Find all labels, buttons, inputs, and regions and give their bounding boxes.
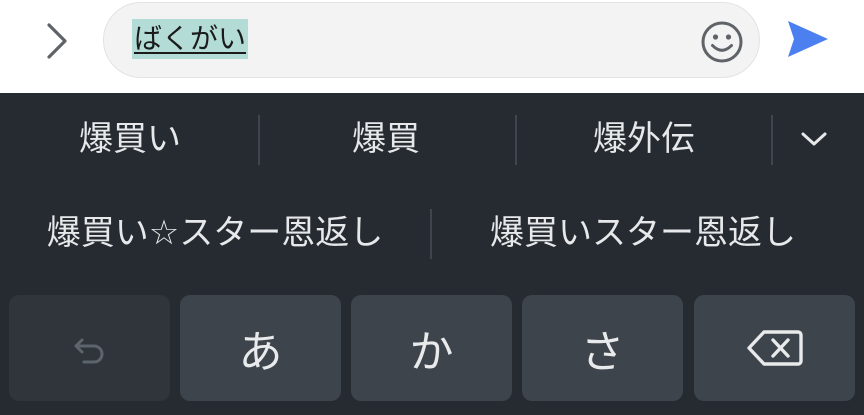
candidate-1[interactable]: 爆買い	[20, 115, 240, 163]
key-a[interactable]: あ	[180, 295, 341, 401]
backspace-icon	[746, 330, 803, 366]
emoji-button[interactable]	[700, 20, 744, 64]
send-button[interactable]	[784, 15, 832, 63]
candidate-2[interactable]: 爆買	[276, 115, 496, 163]
candidate-divider	[258, 115, 260, 165]
backspace-key[interactable]	[694, 295, 855, 401]
send-icon	[788, 21, 828, 57]
key-sa[interactable]: さ	[522, 295, 683, 401]
chevron-right-icon	[47, 23, 67, 59]
composing-text: ばくがい	[132, 19, 249, 59]
candidate-5[interactable]: 爆買いスター恩返し	[448, 209, 838, 257]
key-row: あ か さ	[0, 295, 864, 415]
message-compose-bar: ばくがい	[0, 0, 864, 93]
candidate-divider	[515, 115, 517, 165]
more-candidates-button[interactable]	[788, 113, 840, 165]
smiley-icon	[701, 21, 743, 63]
undo-icon	[74, 338, 103, 364]
candidate-bar-secondary: 爆買い☆スター恩返し 爆買いスター恩返し	[0, 189, 864, 281]
candidate-bar: 爆買い 爆買 爆外伝	[0, 93, 864, 189]
candidate-4[interactable]: 爆買い☆スター恩返し	[20, 209, 410, 257]
expand-toolbar-button[interactable]	[36, 20, 78, 62]
japanese-keyboard: 爆買い 爆買 爆外伝 爆買い☆スター恩返し 爆買いスター恩返し あ か さ	[0, 93, 864, 415]
undo-key[interactable]	[9, 295, 170, 401]
candidate-3[interactable]: 爆外伝	[534, 115, 754, 163]
key-ka[interactable]: か	[351, 295, 512, 401]
candidate-divider	[430, 209, 432, 259]
candidate-divider	[771, 115, 773, 165]
chevron-down-icon	[801, 132, 827, 146]
message-input[interactable]: ばくがい	[103, 2, 760, 78]
